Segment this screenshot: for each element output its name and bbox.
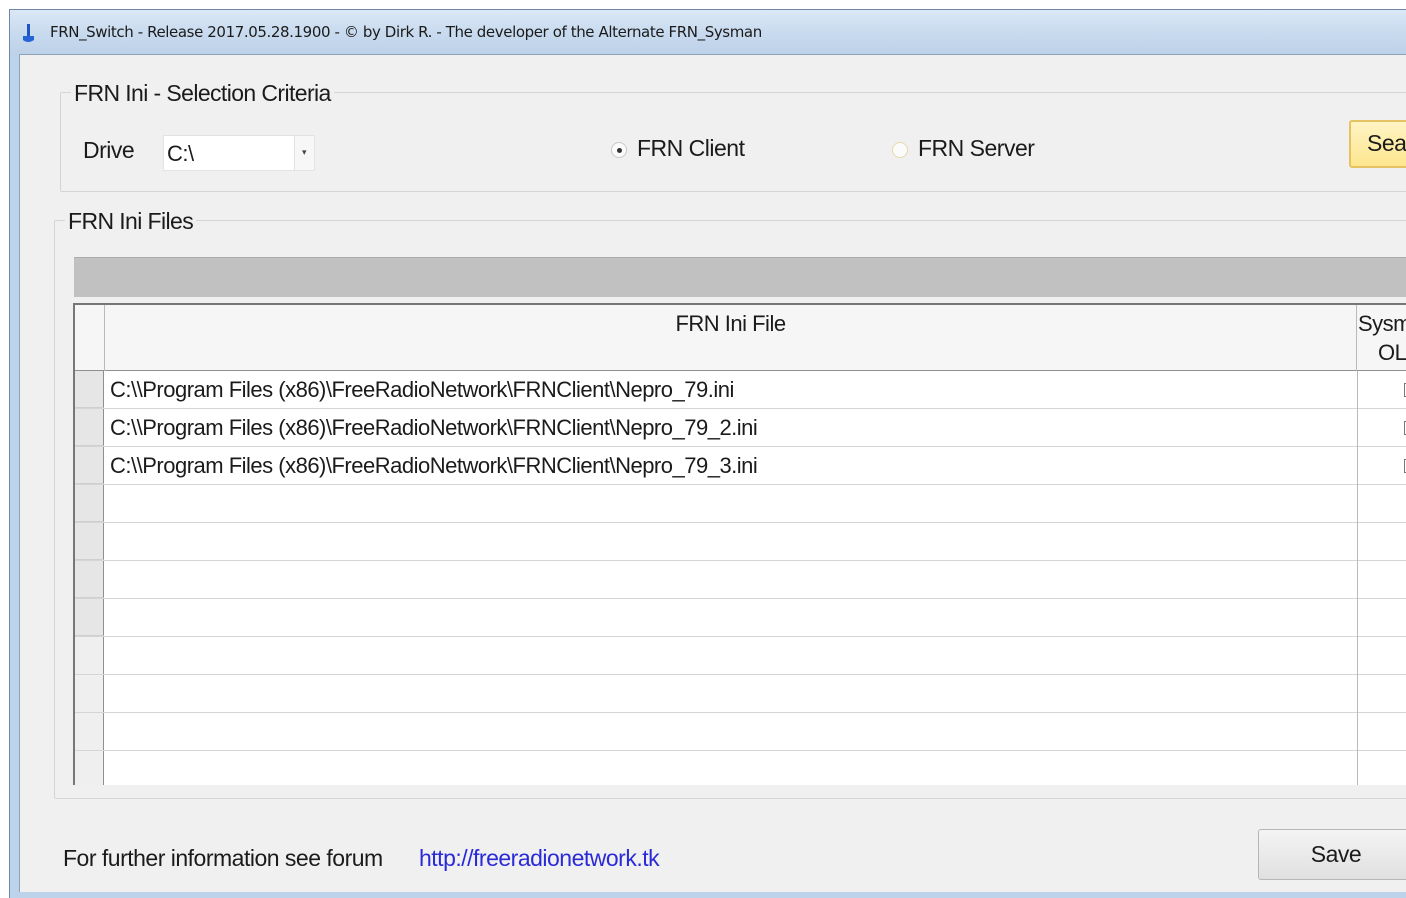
column-header-sysman-line1: Sysm [1358,311,1406,336]
row-selector[interactable] [75,371,104,408]
empty-row[interactable] [75,637,1406,675]
forum-link[interactable]: http://freeradionetwork.tk [419,845,660,872]
empty-row[interactable] [75,599,1406,637]
row-selector[interactable] [75,409,104,446]
column-header-sysman[interactable]: Sysm OL [1358,309,1406,367]
empty-row[interactable] [75,675,1406,713]
ini-files-grid: FRN Ini File Sysm OL C:\\Program Files (… [73,303,1406,785]
row-selector[interactable] [75,523,104,560]
frn-server-radio[interactable] [892,142,908,158]
chevron-down-icon: ▾ [302,147,307,157]
selection-criteria-legend: FRN Ini - Selection Criteria [71,80,334,107]
window-title: FRN_Switch - Release 2017.05.28.1900 - ©… [50,23,762,41]
drive-label: Drive [83,137,135,163]
column-divider [1357,371,1358,785]
grid-group-header [74,257,1406,297]
row-selector[interactable] [75,447,104,484]
empty-row[interactable] [75,713,1406,751]
row-selector[interactable] [75,485,104,522]
app-window: FRN_Switch - Release 2017.05.28.1900 - ©… [9,9,1406,898]
row-selector[interactable] [75,561,104,598]
drive-select[interactable]: C:\ ▾ [163,135,315,171]
ini-files-legend: FRN Ini Files [65,208,197,235]
main-panel: FRN Ini - Selection Criteria Drive C:\ ▾… [19,54,1406,892]
empty-row[interactable] [75,751,1406,785]
frn-server-label[interactable]: FRN Server [918,135,1035,162]
file-path-cell[interactable]: C:\\Program Files (x86)\FreeRadioNetwork… [110,415,758,441]
search-button[interactable]: Sear [1349,120,1406,168]
row-selector[interactable] [75,599,104,636]
file-path-cell[interactable]: C:\\Program Files (x86)\FreeRadioNetwork… [110,453,758,479]
drive-dropdown-button[interactable]: ▾ [294,136,314,170]
table-row[interactable]: C:\\Program Files (x86)\FreeRadioNetwork… [75,371,1406,409]
title-bar[interactable]: FRN_Switch - Release 2017.05.28.1900 - ©… [10,10,1406,54]
table-row[interactable]: C:\\Program Files (x86)\FreeRadioNetwork… [75,409,1406,447]
app-icon [23,24,34,42]
file-path-cell[interactable]: C:\\Program Files (x86)\FreeRadioNetwork… [110,377,734,403]
frn-client-radio[interactable] [611,142,627,158]
empty-row[interactable] [75,561,1406,599]
column-header-file[interactable]: FRN Ini File [104,305,1357,371]
grid-header: FRN Ini File Sysm OL [75,305,1406,371]
empty-row[interactable] [75,485,1406,523]
table-row[interactable]: C:\\Program Files (x86)\FreeRadioNetwork… [75,447,1406,485]
footer-info-text: For further information see forum [63,845,383,871]
column-header-sysman-line2: OL [1378,340,1406,365]
frn-client-label[interactable]: FRN Client [637,135,745,162]
empty-row[interactable] [75,523,1406,561]
save-button[interactable]: Save [1258,829,1406,880]
drive-select-value: C:\ [167,141,194,166]
